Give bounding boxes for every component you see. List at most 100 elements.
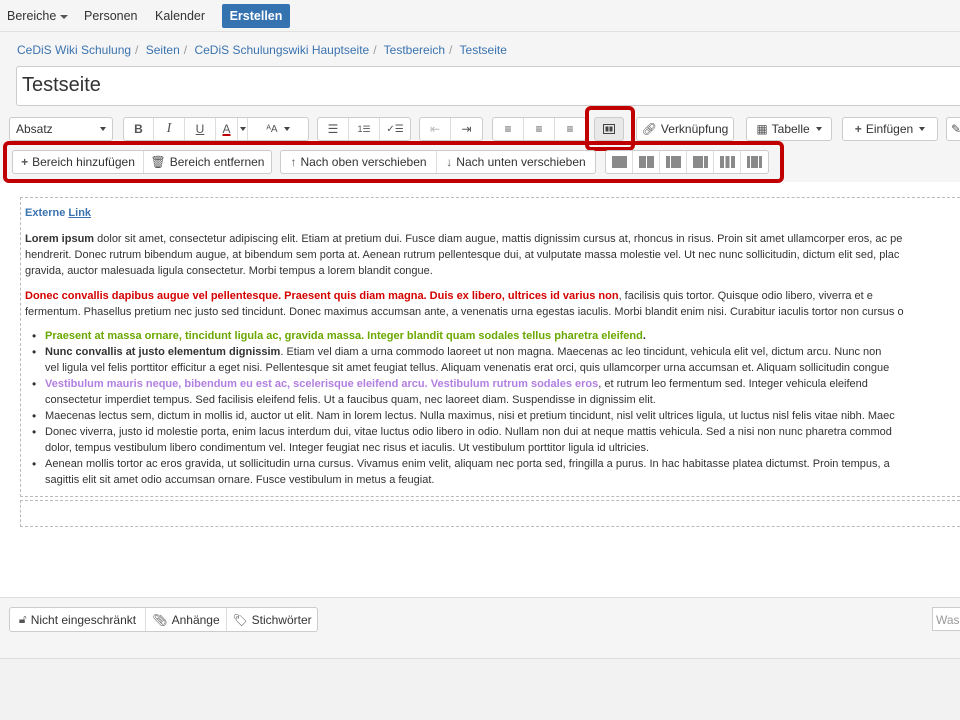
insert-label: Einfügen	[865, 122, 914, 136]
paperclip-icon: 📎︎	[152, 612, 168, 627]
chevron-down-icon	[100, 127, 106, 131]
align-right-icon: ≡	[566, 122, 574, 136]
italic-icon: I	[166, 121, 172, 136]
nav-areas[interactable]: Bereiche	[7, 9, 69, 23]
nav-areas-label: Bereiche	[7, 9, 57, 23]
table-group: ▦ Tabelle	[746, 117, 832, 141]
breadcrumb-item[interactable]: Seiten	[146, 43, 180, 57]
paragraph-style-select[interactable]: Absatz	[10, 118, 112, 140]
external-link-title[interactable]: Externe Link	[25, 207, 91, 219]
list-group: ☰ 1☰ ✓☰	[317, 117, 411, 141]
breadcrumb-item[interactable]: Testbereich	[384, 43, 445, 57]
text: consectetur imperdiet tempus. Sed facili…	[45, 394, 656, 406]
search-input[interactable]: Was	[932, 607, 960, 631]
align-center-button[interactable]: ≡	[524, 118, 555, 140]
bold-text: Nunc convallis at justo elementum dignis…	[45, 346, 281, 358]
purple-text: Vestibulum mauris neque, bibendum eu est…	[45, 378, 599, 390]
list-item: Nunc convallis at justo elementum dignis…	[32, 344, 960, 376]
bullet-list-button[interactable]: ☰	[318, 118, 349, 140]
text: Maecenas lectus sem, dictum in mollis id…	[45, 410, 895, 422]
text: .	[642, 330, 646, 342]
lock-icon: 🔓︎	[18, 612, 27, 626]
paragraph: Lorem ipsum dolor sit amet, consectetur …	[25, 231, 960, 279]
chevron-down-icon	[283, 127, 290, 131]
underline-button[interactable]: U	[185, 118, 216, 140]
underline-icon: U	[195, 122, 205, 136]
italic-button[interactable]: I	[154, 118, 185, 140]
bullet-list-icon: ☰	[327, 122, 339, 136]
breadcrumb-separator: /	[373, 43, 377, 57]
text: . Etiam vel diam a urna commodo laoreet …	[280, 346, 882, 358]
layout-section-empty[interactable]	[20, 500, 960, 527]
attachments-label: Anhänge	[171, 612, 220, 627]
footer-button-group: 🔓︎ Nicht eingeschränkt 📎︎ Anhänge 🏷︎ Stichw…	[9, 607, 318, 632]
table-button[interactable]: ▦ Tabelle	[747, 118, 831, 140]
outdent-button[interactable]: ⇤	[420, 118, 451, 140]
format-group: B I U A ᴬA	[123, 117, 309, 141]
bullet-list: Praesent at massa ornare, tincidunt ligu…	[25, 328, 960, 488]
link-label: Verknüpfung	[660, 122, 729, 136]
nav-calendar[interactable]: Kalender	[155, 9, 205, 23]
link-title-part: Link	[68, 207, 92, 219]
indent-group: ⇤ ⇥	[419, 117, 483, 141]
page-title-input[interactable]	[16, 66, 960, 106]
list-item: Vestibulum mauris neque, bibendum eu est…	[32, 376, 960, 408]
bold-button[interactable]: B	[124, 118, 154, 140]
font-size-icon: ᴬA	[266, 123, 278, 135]
restrictions-label: Nicht eingeschränkt	[30, 612, 137, 627]
link-button[interactable]: 🔗︎ Verknüpfung	[637, 118, 733, 140]
outdent-icon: ⇤	[429, 122, 441, 136]
restrictions-button[interactable]: 🔓︎ Nicht eingeschränkt	[10, 608, 146, 631]
task-list-button[interactable]: ✓☰	[380, 118, 410, 140]
more-button[interactable]: ✎	[947, 118, 960, 140]
more-icon: ✎	[950, 122, 960, 136]
top-nav: Bereiche Personen Kalender Erstellen	[0, 0, 960, 32]
align-right-button[interactable]: ≡	[555, 118, 585, 140]
indent-button[interactable]: ⇥	[451, 118, 482, 140]
chevron-down-icon	[815, 127, 822, 131]
insert-group: + Einfügen	[842, 117, 938, 141]
editor-content[interactable]: Externe Link Lorem ipsum dolor sit amet,…	[25, 205, 960, 488]
attachments-button[interactable]: 📎︎ Anhänge	[146, 608, 227, 631]
align-left-button[interactable]: ≡	[493, 118, 524, 140]
chevron-down-icon	[239, 127, 246, 131]
align-group: ≡ ≡ ≡	[492, 117, 586, 141]
text: gravida, auctor malesuada ligula consect…	[25, 265, 433, 277]
numbered-list-button[interactable]: 1☰	[349, 118, 380, 140]
insert-button[interactable]: + Einfügen	[843, 118, 937, 140]
breadcrumb-item[interactable]: CeDiS Schulungswiki Hauptseite	[194, 43, 369, 57]
bold-text: Lorem ipsum	[25, 233, 95, 245]
chevron-down-icon	[919, 127, 926, 131]
paragraph-style-label: Absatz	[16, 122, 53, 136]
link-icon: 🔗︎	[641, 122, 657, 136]
plus-icon: +	[854, 122, 862, 136]
nav-people[interactable]: Personen	[84, 9, 138, 23]
list-item: Donec viverra, justo id molestie porta, …	[32, 424, 960, 456]
breadcrumb-separator: /	[449, 43, 453, 57]
page-title: Testseite	[22, 74, 101, 96]
breadcrumb-item[interactable]: Testseite	[460, 43, 507, 57]
text-color-button[interactable]: A	[216, 118, 238, 140]
breadcrumb-item[interactable]: CeDiS Wiki Schulung	[17, 43, 131, 57]
text: hendrerit. Donec rutrum bibendum augue, …	[25, 249, 900, 261]
paragraph-style-dropdown[interactable]: Absatz	[9, 117, 113, 141]
indent-icon: ⇥	[461, 122, 472, 136]
text-color-dropdown[interactable]	[238, 118, 248, 140]
table-label: Tabelle	[771, 122, 810, 136]
labels-button[interactable]: 🏷︎ Stichwörter	[227, 608, 317, 631]
green-text: Praesent at massa ornare, tincidunt ligu…	[45, 330, 643, 342]
text: dolor sit amet, consectetur adipiscing e…	[94, 233, 903, 245]
create-button[interactable]: Erstellen	[222, 4, 290, 28]
list-item: Maecenas lectus sem, dictum in mollis id…	[32, 408, 960, 424]
bold-icon: B	[134, 122, 143, 136]
font-size-dropdown[interactable]: ᴬA	[248, 118, 308, 140]
text: Donec viverra, justo id molestie porta, …	[45, 426, 892, 438]
breadcrumb-separator: /	[135, 43, 139, 57]
text-color-icon: A	[222, 122, 231, 136]
align-center-icon: ≡	[535, 122, 543, 136]
text: vel ligula vel felis porttitor efficitur…	[45, 362, 890, 374]
table-icon: ▦	[756, 122, 768, 136]
paragraph: Donec convallis dapibus augue vel pellen…	[25, 288, 960, 320]
page-background	[0, 659, 960, 720]
chevron-down-icon	[60, 14, 69, 19]
